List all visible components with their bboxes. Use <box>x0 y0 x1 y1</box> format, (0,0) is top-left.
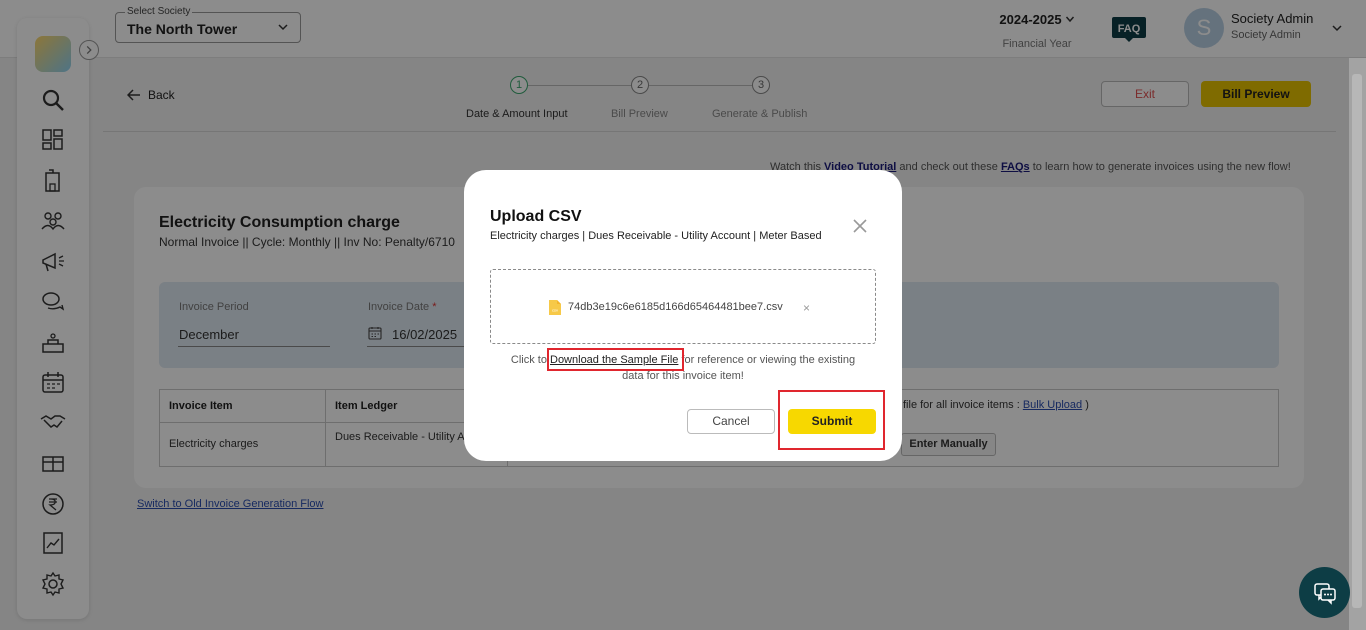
modal-subtitle: Electricity charges | Dues Receivable - … <box>490 230 822 242</box>
modal-title: Upload CSV <box>490 208 582 225</box>
download-link-highlight <box>547 348 684 371</box>
chat-support-button[interactable] <box>1299 567 1350 618</box>
remove-file-button[interactable]: × <box>803 301 810 315</box>
close-icon[interactable] <box>852 218 868 234</box>
uploaded-file-name: 74db3e19c6e6185d166d65464481bee7.csv <box>568 301 783 313</box>
submit-button-highlight <box>778 390 885 450</box>
cancel-button[interactable]: Cancel <box>687 409 775 434</box>
chat-icon <box>1314 583 1336 605</box>
svg-text:csv: csv <box>552 308 558 313</box>
scrollbar-thumb[interactable] <box>1352 74 1362 608</box>
csv-file-icon: csv <box>549 300 561 315</box>
